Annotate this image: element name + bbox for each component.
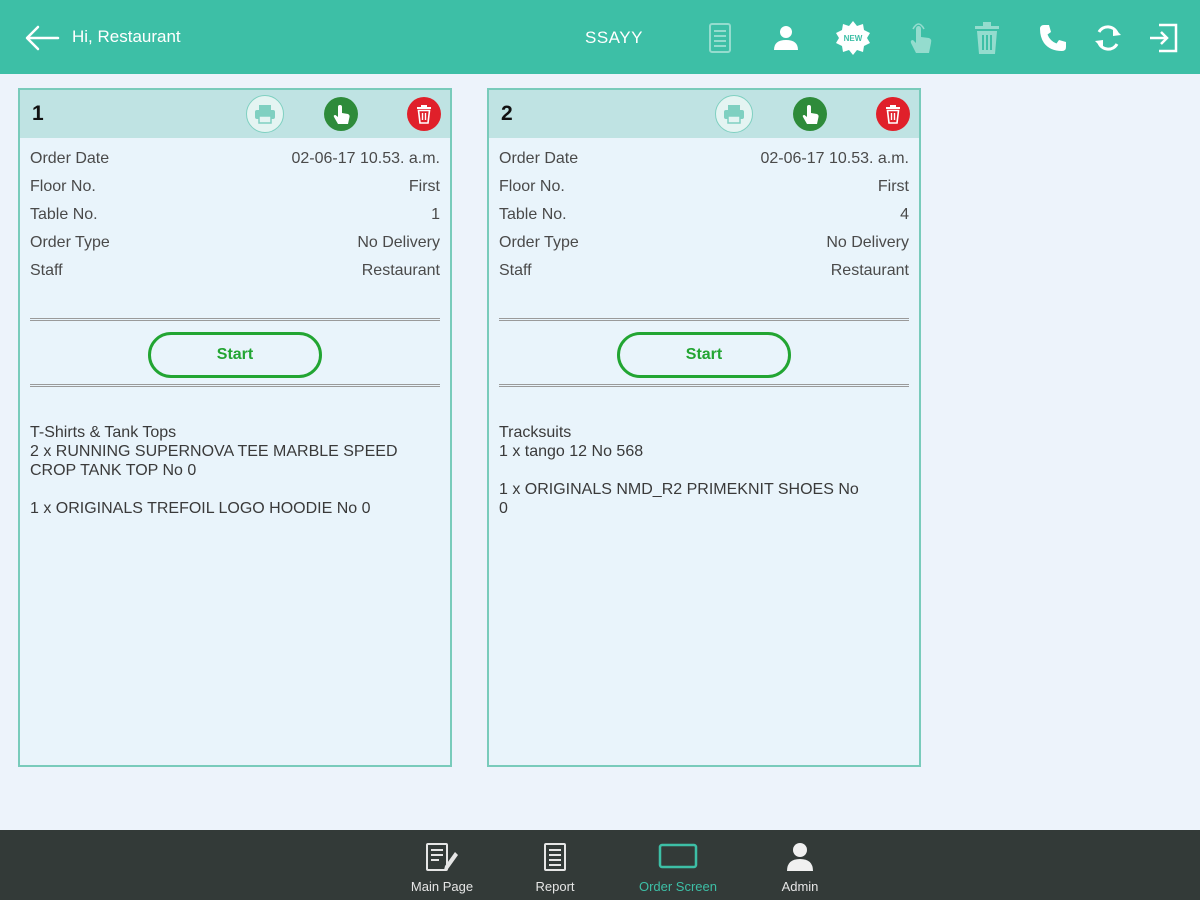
table-value: 4 <box>900 206 909 223</box>
order-item-line: 0 <box>499 500 508 517</box>
delete-order-button[interactable] <box>876 97 910 131</box>
order-date-value: 02-06-17 10.53. a.m. <box>760 150 909 167</box>
main-page-icon <box>425 842 459 877</box>
trash-icon <box>886 105 900 124</box>
order-type-label: Order Type <box>30 234 110 251</box>
order-screen-icon <box>658 842 698 875</box>
order-number: 1 <box>32 102 44 125</box>
print-button[interactable] <box>246 95 284 133</box>
nav-main-page[interactable]: Main Page <box>392 830 492 900</box>
staff-value: Restaurant <box>361 262 440 279</box>
top-bar: Hi, Restaurant SSAYY NEW <box>0 0 1200 74</box>
staff-value: Restaurant <box>830 262 909 279</box>
item-category: Tracksuits <box>499 424 572 441</box>
order-date-row: Order Date 02-06-17 10.53. a.m. <box>499 150 909 176</box>
order-items: T-Shirts & Tank Tops 2 x RUNNING SUPERNO… <box>30 423 440 518</box>
start-button[interactable]: Start <box>148 332 322 378</box>
nav-report[interactable]: Report <box>505 830 605 900</box>
staff-row: Staff Restaurant <box>30 262 440 288</box>
process-order-button[interactable] <box>324 97 358 131</box>
order-item-line: 1 x tango 12 No 568 <box>499 443 644 460</box>
printer-icon <box>724 105 744 124</box>
floor-row: Floor No. First <box>499 178 909 204</box>
back-arrow-icon[interactable] <box>22 22 62 54</box>
new-badge-icon[interactable]: NEW <box>833 18 873 58</box>
divider <box>30 384 440 387</box>
user-icon[interactable] <box>766 18 806 58</box>
floor-label: Floor No. <box>30 178 96 195</box>
order-item-line: CROP TANK TOP No 0 <box>30 462 197 479</box>
floor-label: Floor No. <box>499 178 565 195</box>
report-icon[interactable] <box>700 18 740 58</box>
order-type-value: No Delivery <box>826 234 909 251</box>
order-type-row: Order Type No Delivery <box>499 234 909 260</box>
nav-label: Admin <box>781 879 819 894</box>
hand-pointer-icon <box>802 105 819 124</box>
divider <box>30 318 440 321</box>
order-date-label: Order Date <box>30 150 110 167</box>
floor-row: Floor No. First <box>30 178 440 204</box>
order-card-header: 1 <box>20 90 450 138</box>
order-type-label: Order Type <box>499 234 579 251</box>
phone-icon[interactable] <box>1033 18 1073 58</box>
nav-label: Order Screen <box>638 879 718 894</box>
nav-label: Main Page <box>410 879 474 894</box>
nav-order-screen[interactable]: Order Screen <box>628 830 728 900</box>
trash-icon[interactable] <box>967 18 1007 58</box>
staff-label: Staff <box>499 262 532 279</box>
logout-icon[interactable] <box>1143 18 1183 58</box>
trash-icon <box>417 105 431 124</box>
table-label: Table No. <box>30 206 98 223</box>
table-row: Table No. 1 <box>30 206 440 232</box>
svg-text:NEW: NEW <box>844 34 863 43</box>
nav-label: Report <box>535 879 575 894</box>
nav-admin[interactable]: Admin <box>750 830 850 900</box>
greeting-text: Hi, Restaurant <box>72 27 181 46</box>
touch-hand-icon[interactable] <box>900 18 940 58</box>
staff-row: Staff Restaurant <box>499 262 909 288</box>
order-card: 1 Order Date 02-06-17 10.53. a.m. Floor … <box>18 88 452 767</box>
printer-icon <box>255 105 275 124</box>
app-title: SSAYY <box>585 28 643 47</box>
floor-value: First <box>877 178 909 195</box>
order-item-line: 2 x RUNNING SUPERNOVA TEE MARBLE SPEED <box>30 443 398 460</box>
bottom-nav: Main Page Report Order Screen Admin <box>0 830 1200 900</box>
item-category: T-Shirts & Tank Tops <box>30 424 177 441</box>
order-type-row: Order Type No Delivery <box>30 234 440 260</box>
process-order-button[interactable] <box>793 97 827 131</box>
order-card: 2 Order Date 02-06-17 10.53. a.m. Floor … <box>487 88 921 767</box>
delete-order-button[interactable] <box>407 97 441 131</box>
table-label: Table No. <box>499 206 567 223</box>
floor-value: First <box>408 178 440 195</box>
order-date-row: Order Date 02-06-17 10.53. a.m. <box>30 150 440 176</box>
order-item-line: 1 x ORIGINALS TREFOIL LOGO HOODIE No 0 <box>30 500 371 517</box>
order-type-value: No Delivery <box>357 234 440 251</box>
order-number: 2 <box>501 102 513 125</box>
order-date-value: 02-06-17 10.53. a.m. <box>291 150 440 167</box>
order-date-label: Order Date <box>499 150 579 167</box>
divider <box>499 318 909 321</box>
order-item-line: 1 x ORIGINALS NMD_R2 PRIMEKNIT SHOES No <box>499 481 859 498</box>
table-row: Table No. 4 <box>499 206 909 232</box>
hand-pointer-icon <box>333 105 350 124</box>
staff-label: Staff <box>30 262 63 279</box>
start-button[interactable]: Start <box>617 332 791 378</box>
order-card-header: 2 <box>489 90 919 138</box>
report-icon <box>543 842 567 877</box>
divider <box>499 384 909 387</box>
refresh-icon[interactable] <box>1088 18 1128 58</box>
order-items: Tracksuits 1 x tango 12 No 568 1 x ORIGI… <box>499 423 909 518</box>
print-button[interactable] <box>715 95 753 133</box>
admin-icon <box>786 842 814 877</box>
table-value: 1 <box>431 206 440 223</box>
